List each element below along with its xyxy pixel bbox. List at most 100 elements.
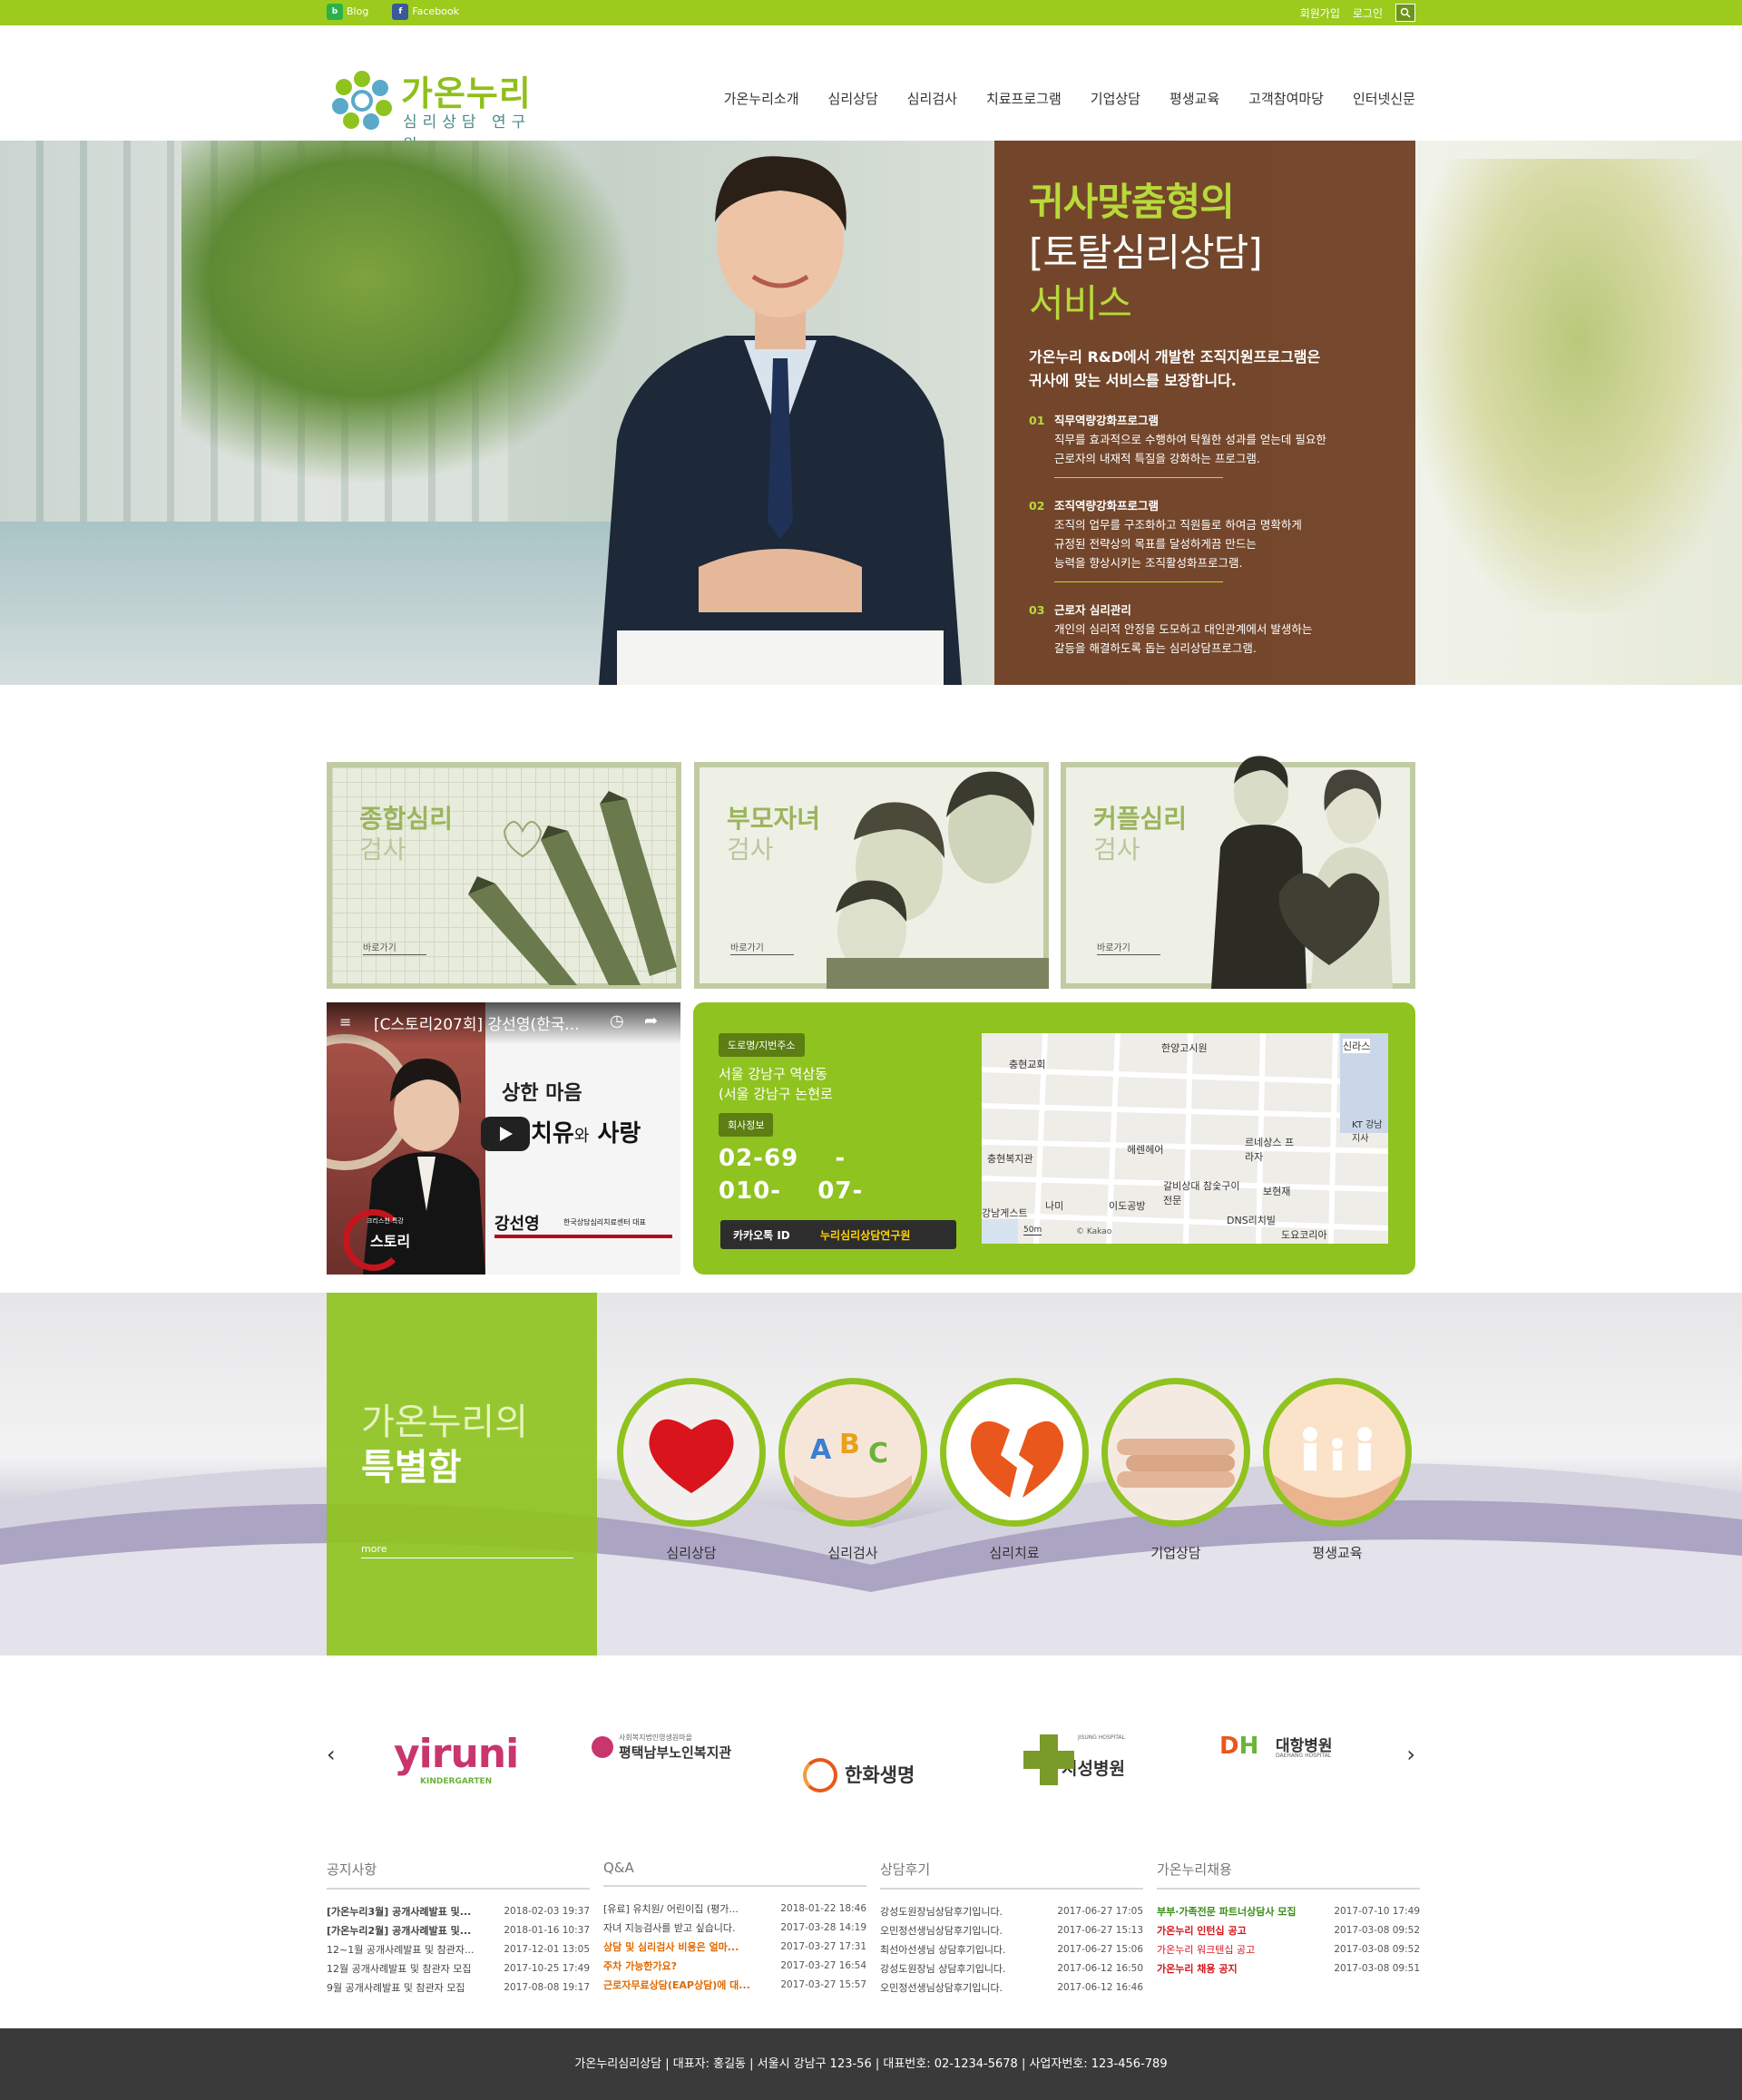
program-desc: 규정된 전략상의 목표를 달성하게끔 만드는: [1054, 537, 1257, 551]
partner-logo[interactable]: 한화생명: [803, 1758, 915, 1792]
nav-item-education[interactable]: 평생교육: [1169, 89, 1219, 108]
board-row[interactable]: [유료] 유치원/ 어린이집 (평가... 2018-01-22 18:46: [603, 1900, 866, 1919]
board-title[interactable]: Q&A: [603, 1860, 866, 1887]
card-parent-child-test[interactable]: 부모자녀 검사 바로가기: [694, 762, 1049, 989]
facebook-link[interactable]: f Facebook: [392, 4, 459, 20]
board-row[interactable]: 12월 공개사례발표 및 참관자 모집 2017-10-25 17:49: [327, 1959, 590, 1978]
board-row[interactable]: 최선아선생님 상담후기입니다. 2017-06-27 15:06: [880, 1940, 1143, 1959]
partner-logo[interactable]: JISUNG HOSPITAL 지성병원: [1023, 1734, 1125, 1785]
special-intro-box: 가온누리의 특별함 more: [327, 1293, 597, 1656]
next-arrow-icon[interactable]: ›: [1406, 1742, 1415, 1767]
nav-item-news[interactable]: 인터넷신문: [1353, 89, 1415, 108]
board-row[interactable]: [가온누리3월] 공개사례발표 및... 2018-02-03 19:37: [327, 1902, 590, 1921]
video-player[interactable]: 상한 마음 치유와 사랑 강선영 한국상담심리치료센터 대표 크리스천 특강 스…: [327, 1002, 680, 1275]
login-link[interactable]: 로그인: [1353, 5, 1383, 21]
program-number: 03: [1029, 603, 1045, 617]
board-row[interactable]: 가온누리 워크텐십 공고 2017-03-08 09:52: [1157, 1940, 1420, 1959]
board-row[interactable]: 부부·가족전문 파트너상담사 모집 2017-07-10 17:49: [1157, 1902, 1420, 1921]
nav-item-counseling[interactable]: 심리상담: [828, 89, 878, 108]
video-title-bar: ≡ [C스토리207회] 강선영(한국... ◷ ➦: [327, 1002, 680, 1044]
search-icon: [1400, 7, 1411, 18]
circle-test[interactable]: ABC: [778, 1378, 927, 1527]
nav-item-community[interactable]: 고객참여마당: [1248, 89, 1324, 108]
circle-therapy[interactable]: [940, 1378, 1089, 1527]
board-row-day: 2017-06-12: [1057, 1963, 1113, 1974]
board-row-title: [가온누리2월] 공개사례발표 및...: [327, 1925, 472, 1937]
circle-corporate[interactable]: [1101, 1378, 1250, 1527]
circle-education[interactable]: [1263, 1378, 1412, 1527]
partner-logo[interactable]: yiruni KINDERGARTEN: [394, 1731, 519, 1786]
board-row-day: 2017-03-28: [780, 1922, 837, 1933]
board-row[interactable]: 주차 가능한가요? 2017-03-27 16:54: [603, 1957, 866, 1976]
board-row-time: 16:50: [1115, 1963, 1143, 1974]
special-section: 가온누리의 특별함 more 심리상담 ABC 심리검사 심리치료 기업상담 평…: [0, 1293, 1742, 1656]
prev-arrow-icon[interactable]: ‹: [327, 1742, 336, 1767]
location-map[interactable]: 충현교회 한양고시원 신라스 KT 강남지사 충현복지관 헤렌헤어 르네상스 프…: [982, 1033, 1388, 1244]
map-label: 충현교회: [1009, 1059, 1046, 1070]
kakao-id-bar[interactable]: 카카오톡 ID 누리심리상담연구원: [720, 1220, 956, 1249]
card-couple-test[interactable]: 커플심리 검사 바로가기: [1061, 756, 1415, 989]
card-go-link[interactable]: 바로가기: [1097, 940, 1130, 953]
map-label: 보현재: [1263, 1186, 1291, 1197]
board-row[interactable]: 강성도원장님상담후기입니다. 2017-06-27 17:05: [880, 1902, 1143, 1921]
board-row-date: 2017-06-27 15:13: [1057, 1921, 1143, 1940]
board-row[interactable]: 가온누리 인턴십 공고 2017-03-08 09:52: [1157, 1921, 1420, 1940]
video-title[interactable]: [C스토리207회] 강선영(한국...: [374, 1016, 580, 1034]
share-icon[interactable]: ➦: [644, 1011, 658, 1030]
card-go-link[interactable]: 바로가기: [363, 940, 396, 953]
logo[interactable]: 가온누리 심리상담 연구원: [327, 62, 544, 154]
partner-logo[interactable]: 사회복지법인영생원마을 평택남부노인복지관: [592, 1733, 731, 1762]
search-button[interactable]: [1395, 4, 1415, 22]
card-title-sub: 검사: [1093, 835, 1140, 864]
program-title: 근로자 심리관리: [1054, 603, 1131, 617]
board-row-time: 15:57: [838, 1979, 866, 1990]
nav-item-test[interactable]: 심리검사: [907, 89, 957, 108]
board-row-day: 2017-03-27: [780, 1960, 837, 1971]
circle-counseling[interactable]: [617, 1378, 766, 1527]
program-desc: 근로자의 내재적 특질을 강화하는 프로그램.: [1054, 452, 1260, 465]
board-row-time: 16:46: [1115, 1982, 1143, 1993]
board-row[interactable]: [가온누리2월] 공개사례발표 및... 2018-01-16 10:37: [327, 1921, 590, 1940]
nav-item-therapy[interactable]: 치료프로그램: [986, 89, 1062, 108]
board-row[interactable]: 오민정선생님상담후기입니다. 2017-06-27 15:13: [880, 1921, 1143, 1940]
svg-text:C: C: [868, 1438, 888, 1470]
board-reviews: 상담후기 강성도원장님상담후기입니다. 2017-06-27 17:05 오민정선…: [880, 1860, 1143, 1997]
board-row[interactable]: 자녀 지능검사를 받고 싶습니다. 2017-03-28 14:19: [603, 1919, 866, 1938]
join-link[interactable]: 회원가입: [1300, 5, 1340, 21]
board-row[interactable]: 12~1월 공개사례발표 및 참관자... 2017-12-01 13:05: [327, 1940, 590, 1959]
board-row[interactable]: 가온누리 채용 공지 2017-03-08 09:51: [1157, 1959, 1420, 1978]
board-row-time: 17:31: [838, 1941, 866, 1952]
footer-info: 가온누리심리상담 | 대표자: 홍길동 | 서울시 강남구 123-56 | 대…: [574, 2057, 1168, 2071]
board-row[interactable]: 근로자무료상담(EAP상담)에 대... 2017-03-27 15:57: [603, 1976, 866, 1995]
play-button[interactable]: [481, 1117, 530, 1151]
svg-text:A: A: [810, 1434, 832, 1466]
board-row-title: 9월 공개사례발표 및 참관자 모집: [327, 1982, 465, 1994]
nav-item-about[interactable]: 가온누리소개: [724, 89, 799, 108]
card-title-main: 종합심리: [359, 804, 454, 834]
program-title: 조직역량강화프로그램: [1054, 499, 1160, 513]
board-title[interactable]: 상담후기: [880, 1860, 1143, 1890]
circle-label: 심리상담: [666, 1545, 717, 1561]
board-row-title: 부부·가족전문 파트너상담사 모집: [1157, 1906, 1297, 1918]
blog-link[interactable]: b Blog: [327, 4, 368, 20]
board-row-day: 2017-08-08: [504, 1982, 560, 1993]
partner-logo[interactable]: DH 대항병원 DAEHANG HOSPITAL: [1219, 1733, 1333, 1760]
logo-name: 가온누리: [401, 73, 532, 113]
heart-petals-image: [649, 1419, 734, 1493]
special-more-link[interactable]: more: [361, 1543, 387, 1555]
board-row[interactable]: 오민정선생님상담후기입니다. 2017-06-12 16:46: [880, 1978, 1143, 1997]
board-row-date: 2017-06-27 15:06: [1057, 1940, 1143, 1959]
board-row[interactable]: 9월 공개사례발표 및 참관자 모집 2017-08-08 19:17: [327, 1978, 590, 1997]
card-go-link[interactable]: 바로가기: [730, 940, 764, 953]
card-general-test[interactable]: 종합심리 검사 바로가기: [327, 762, 681, 989]
board-row[interactable]: 강성도원장님 상담후기입니다. 2017-06-12 16:50: [880, 1959, 1143, 1978]
map-label: 이도공방: [1109, 1200, 1146, 1212]
watch-later-icon[interactable]: ◷: [610, 1011, 624, 1030]
board-row-day: 2017-10-25: [504, 1963, 560, 1974]
board-row[interactable]: 상담 및 심리검사 비용은 얼마... 2017-03-27 17:31: [603, 1938, 866, 1957]
board-title[interactable]: 가온누리채용: [1157, 1860, 1420, 1890]
board-title[interactable]: 공지사항: [327, 1860, 590, 1890]
partner-name: 평택남부노인복지관: [619, 1744, 732, 1761]
nav-item-corporate[interactable]: 기업상담: [1091, 89, 1140, 108]
board-row-time: 10:37: [562, 1925, 590, 1936]
